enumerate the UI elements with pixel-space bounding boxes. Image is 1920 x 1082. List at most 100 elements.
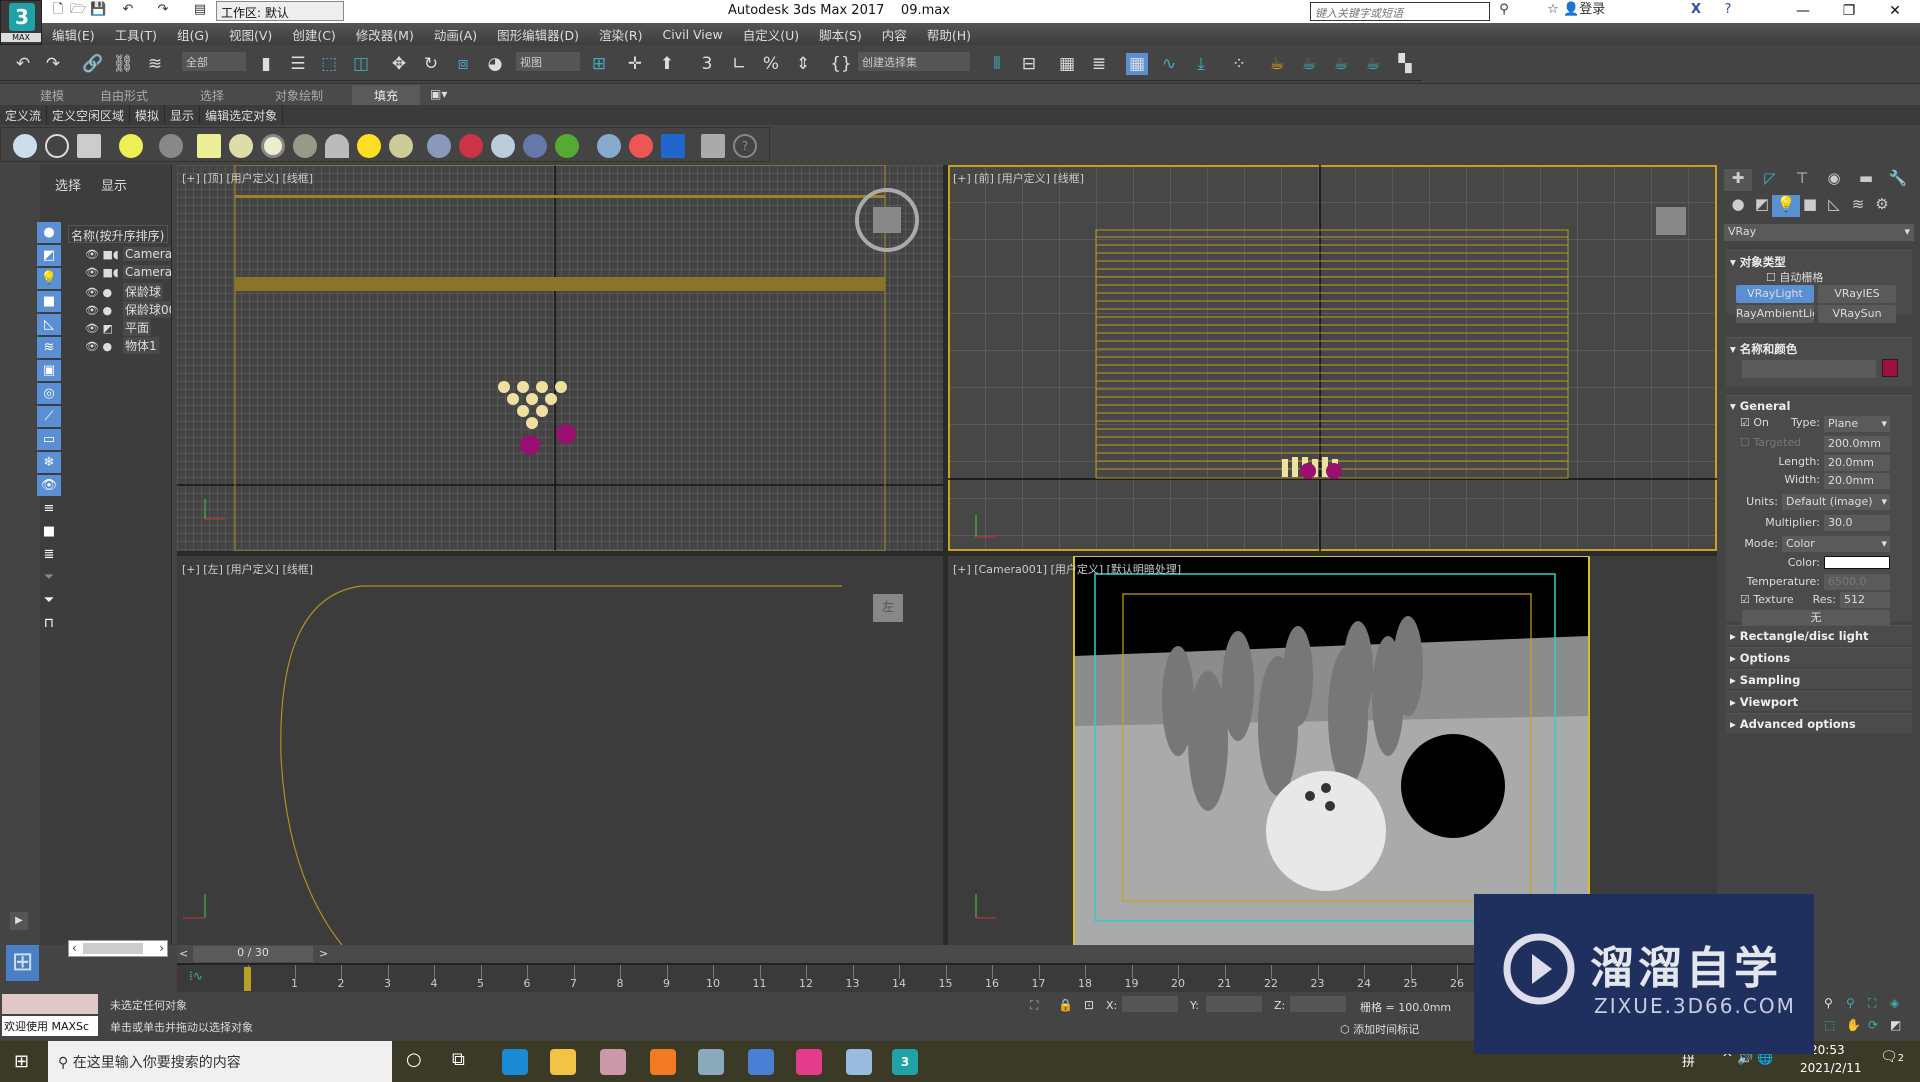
texture-map-button[interactable]: 无 bbox=[1742, 610, 1890, 626]
vray-ies-light-icon[interactable] bbox=[325, 134, 349, 158]
pan-icon[interactable]: ✋ bbox=[1846, 1018, 1861, 1032]
explorer-item[interactable]: 👁 ■◖Camera0 bbox=[85, 247, 171, 265]
filter-helpers-icon[interactable]: ◺ bbox=[37, 314, 61, 335]
windows-start-icon[interactable]: ⊞ bbox=[14, 1051, 29, 1072]
zoom-icon[interactable]: ⚲ bbox=[1824, 996, 1833, 1010]
viewport-top-label[interactable]: [+] [顶] [用户定义] [线框] bbox=[182, 170, 313, 186]
rollout-collapsed[interactable]: ▸ Rectangle/disc light bbox=[1726, 625, 1912, 645]
tab-populate[interactable]: 填充 bbox=[352, 85, 421, 106]
explorer-hscroll[interactable]: ‹ › bbox=[68, 940, 168, 957]
isolate-icon[interactable]: ⛶ bbox=[1030, 998, 1038, 1013]
ribbon-panel-item[interactable]: 显示 bbox=[165, 105, 201, 125]
link-icon[interactable]: 🔗 bbox=[82, 53, 104, 75]
orbit-icon[interactable]: ⟳ bbox=[1868, 1018, 1878, 1032]
vray-plane-light-icon[interactable] bbox=[197, 134, 221, 158]
vrayambientlight-button[interactable]: RayAmbientLigh bbox=[1736, 305, 1814, 323]
explorer-item[interactable]: 👁 ■◖Camera0 bbox=[85, 265, 171, 283]
redo-icon[interactable]: ↷ bbox=[42, 53, 64, 75]
task-view-icon[interactable]: ⧉ bbox=[452, 1049, 465, 1070]
expand-arrow-icon[interactable]: ▶ bbox=[10, 912, 28, 930]
display-tab-icon[interactable]: ▬ bbox=[1852, 169, 1880, 191]
visibility-eye-icon[interactable]: 👁 ■◖ bbox=[85, 248, 123, 261]
menu-item[interactable]: 组(G) bbox=[167, 25, 219, 44]
texture-checkbox[interactable]: ☑ Texture bbox=[1740, 593, 1794, 606]
maximize-viewport-icon[interactable]: ◩ bbox=[1890, 1018, 1901, 1032]
visibility-eye-icon[interactable]: 👁 ● bbox=[85, 286, 123, 299]
tab-selection[interactable]: 选择 bbox=[200, 87, 224, 104]
vraysun-button[interactable]: VRaySun bbox=[1818, 305, 1896, 323]
explorer-item[interactable]: 👁 ● 保龄球 bbox=[85, 283, 171, 301]
filter-frozen-icon[interactable]: 👁 bbox=[37, 475, 61, 496]
select-invert-icon[interactable]: ≣ bbox=[37, 544, 61, 565]
reference-coord-dropdown[interactable]: 视图 bbox=[516, 52, 580, 71]
rendered-frame-icon[interactable]: ☕ bbox=[1298, 53, 1320, 75]
video-app-icon[interactable] bbox=[796, 1049, 822, 1075]
targeted-distance-spinner[interactable]: 200.0mm bbox=[1824, 436, 1890, 452]
type-dropdown[interactable]: Plane ▾ bbox=[1824, 416, 1890, 432]
filter-cameras-icon[interactable]: ■ bbox=[37, 291, 61, 312]
vray-material-lib-icon[interactable] bbox=[629, 134, 653, 158]
schematic-view-icon[interactable]: ⤓ bbox=[1190, 53, 1212, 75]
explorer-item[interactable]: 👁 ◩ 平面 bbox=[85, 319, 171, 337]
zoom-extents-all-icon[interactable]: ◈ bbox=[1890, 996, 1899, 1010]
redo-icon[interactable]: ↷ bbox=[155, 2, 171, 18]
filter-icon[interactable]: ⏷ bbox=[37, 590, 61, 611]
create-tab-icon[interactable]: ✚ bbox=[1724, 169, 1752, 191]
rollout-header[interactable]: ▸ Viewport bbox=[1726, 692, 1912, 712]
width-spinner[interactable]: 20.0mm bbox=[1824, 473, 1890, 489]
next-frame-button[interactable]: > bbox=[319, 947, 328, 960]
filter-bones-icon[interactable]: ⟋ bbox=[37, 406, 61, 427]
select-manipulate-icon[interactable]: ✛ bbox=[624, 53, 646, 75]
viewport-camera[interactable]: [+] [Camera001] [用户定义] [默认明暗处理] bbox=[948, 556, 1717, 945]
snap-3d-icon[interactable]: 3 bbox=[696, 53, 718, 75]
select-by-name-icon[interactable]: ☰ bbox=[287, 53, 309, 75]
ribbon-options-icon[interactable]: ▣▾ bbox=[430, 87, 447, 101]
maximize-button[interactable]: ❐ bbox=[1826, 0, 1872, 23]
binoculars-icon[interactable]: ⚲ bbox=[1496, 2, 1512, 18]
app-menu-logo[interactable]: 3 MAX bbox=[0, 0, 42, 45]
filter-spacewarps-icon[interactable]: ≋ bbox=[37, 337, 61, 358]
field-of-view-icon[interactable]: ⬚ bbox=[1824, 1018, 1835, 1032]
viewport-left-label[interactable]: [+] [左] [用户定义] [线框] bbox=[182, 561, 313, 577]
cortana-icon[interactable]: ○ bbox=[406, 1049, 422, 1070]
menu-item[interactable]: 修改器(M) bbox=[346, 25, 424, 44]
ribbon-panel-item[interactable]: 模拟 bbox=[130, 105, 166, 125]
current-frame-marker[interactable] bbox=[244, 967, 251, 991]
close-button[interactable]: ✕ bbox=[1872, 0, 1918, 23]
utilities-tab-icon[interactable]: 🔧 bbox=[1884, 169, 1912, 191]
file-explorer-icon[interactable] bbox=[550, 1049, 576, 1075]
curve-editor-icon[interactable]: ∿ bbox=[1158, 53, 1180, 75]
workspace-dropdown[interactable]: 工作区: 默认 bbox=[216, 1, 344, 21]
edit-named-sets-icon[interactable]: {} bbox=[830, 53, 852, 75]
rollout-header[interactable]: ▸ Rectangle/disc light bbox=[1726, 626, 1912, 646]
select-none-icon[interactable]: ■ bbox=[37, 521, 61, 542]
rollout-header[interactable]: ▾ General bbox=[1726, 396, 1912, 416]
vray-proxy-icon[interactable] bbox=[427, 134, 451, 158]
rollout-collapsed[interactable]: ▸ Viewport bbox=[1726, 691, 1912, 711]
filter-particles-icon[interactable]: ❄ bbox=[37, 452, 61, 473]
modify-tab-icon[interactable]: ◸ bbox=[1756, 169, 1784, 191]
motion-tab-icon[interactable]: ◉ bbox=[1820, 169, 1848, 191]
explorer-tab-display[interactable]: 显示 bbox=[101, 179, 127, 194]
viewport-front-label[interactable]: [+] [前] [用户定义] [线框] bbox=[953, 170, 1084, 186]
length-spinner[interactable]: 20.0mm bbox=[1824, 455, 1890, 471]
exchange-icon[interactable]: X bbox=[1688, 2, 1704, 18]
vray-dome-light-icon[interactable] bbox=[229, 134, 253, 158]
filter-xrefs-icon[interactable]: ◎ bbox=[37, 383, 61, 404]
toolbar-toggle-icon[interactable]: ⊓ bbox=[37, 613, 61, 634]
select-all-icon[interactable]: ≡ bbox=[37, 498, 61, 519]
login-button[interactable]: 👤登录 bbox=[1563, 2, 1605, 18]
scene-explorer-icon[interactable]: ▦ bbox=[1056, 53, 1078, 75]
snipping-tool-icon[interactable] bbox=[600, 1049, 626, 1075]
bind-spacewarp-icon[interactable]: ≋ bbox=[144, 53, 166, 75]
filter-containers-icon[interactable]: ▭ bbox=[37, 429, 61, 450]
menu-item[interactable]: 创建(C) bbox=[282, 25, 345, 44]
absolute-mode-icon[interactable]: ⊡ bbox=[1084, 998, 1094, 1012]
notes-app-icon[interactable] bbox=[846, 1049, 872, 1075]
viewport-layout-icon[interactable]: ⊞ bbox=[6, 945, 39, 981]
viewcube-left-label[interactable]: 左 bbox=[874, 598, 902, 615]
render-setup-icon[interactable]: ☕ bbox=[1266, 53, 1288, 75]
firefox-icon[interactable] bbox=[650, 1049, 676, 1075]
res-spinner[interactable]: 512 bbox=[1840, 592, 1890, 608]
whiteboard-icon[interactable] bbox=[748, 1049, 774, 1075]
